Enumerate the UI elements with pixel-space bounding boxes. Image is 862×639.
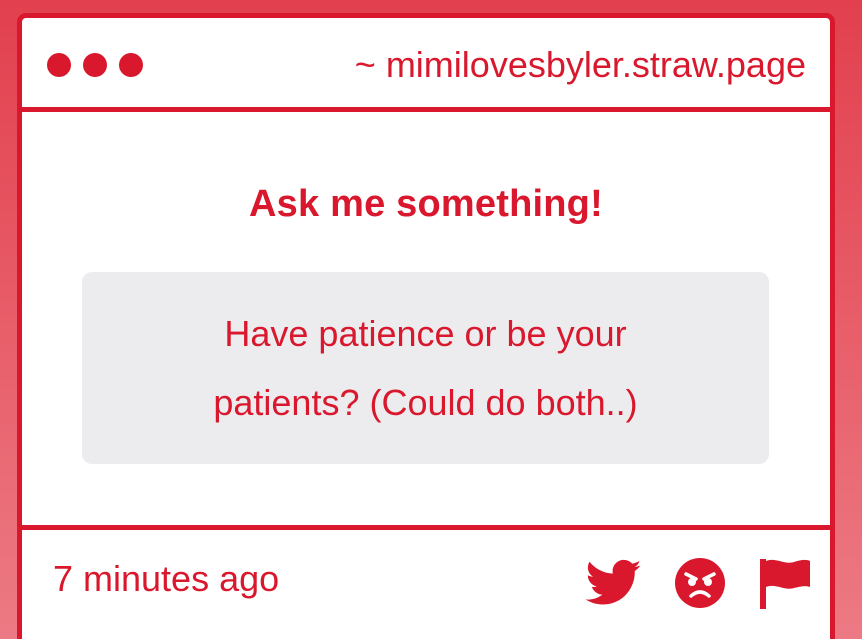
- window-titlebar: ~ mimilovesbyler.straw.page: [22, 18, 830, 112]
- question-line-1: Have patience or be your: [224, 313, 627, 354]
- action-bar: [480, 530, 830, 639]
- window-controls: [47, 53, 143, 77]
- message-card: ~ mimilovesbyler.straw.page Ask me somet…: [17, 13, 835, 639]
- twitter-share-button[interactable]: [586, 557, 642, 609]
- question-text: Have patience or be your patients? (Coul…: [122, 299, 729, 437]
- angry-reaction-button[interactable]: [672, 557, 728, 609]
- window-dot-3: [119, 53, 143, 77]
- card-footer: 7 minutes ago: [22, 525, 830, 639]
- question-line-2: patients? (Could do both..): [213, 382, 638, 423]
- question-box: Have patience or be your patients? (Coul…: [82, 272, 769, 464]
- content-area: Ask me something! Have patience or be yo…: [22, 112, 830, 526]
- flag-icon: [760, 559, 810, 609]
- window-dot-1: [47, 53, 71, 77]
- twitter-icon: [586, 559, 642, 605]
- report-button[interactable]: [758, 557, 812, 609]
- window-dot-2: [83, 53, 107, 77]
- angry-face-icon: [675, 558, 725, 608]
- page-title: Ask me something!: [249, 183, 603, 225]
- page-url[interactable]: ~ mimilovesbyler.straw.page: [355, 44, 806, 86]
- timestamp: 7 minutes ago: [53, 558, 280, 599]
